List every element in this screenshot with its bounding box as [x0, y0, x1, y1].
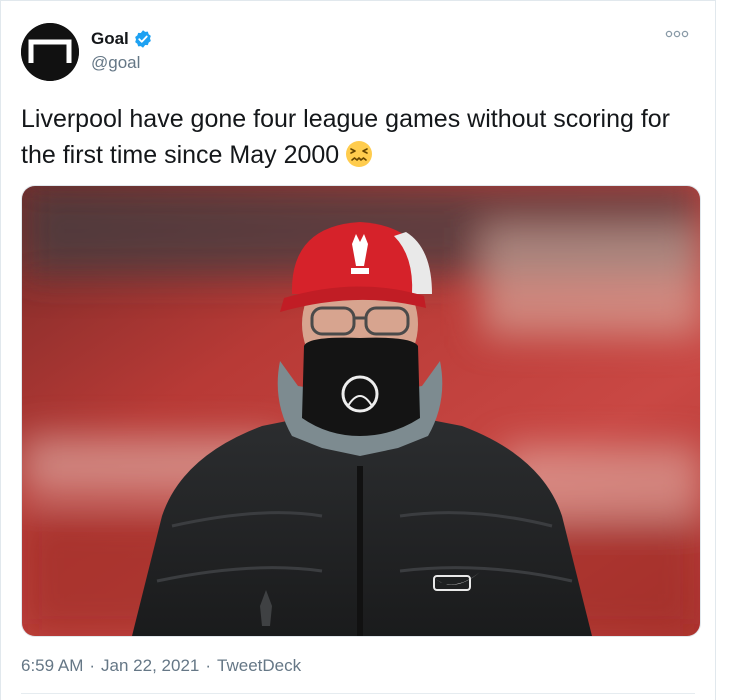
- display-name[interactable]: Goal: [91, 29, 129, 49]
- verified-badge-icon: [134, 30, 151, 48]
- avatar[interactable]: [21, 23, 79, 81]
- photo-manager-in-cap-and-mask: [22, 186, 700, 636]
- tweet-meta: 6:59 AM · Jan 22, 2021 · TweetDeck: [21, 656, 301, 676]
- meta-separator: ·: [89, 656, 96, 675]
- tweet-card: Goal @goal Liverpool have gone four leag…: [0, 0, 716, 700]
- divider: [21, 693, 695, 694]
- goal-logo-icon: [21, 23, 79, 81]
- more-options-icon[interactable]: [665, 27, 689, 41]
- tweet-date[interactable]: Jan 22, 2021: [101, 656, 199, 676]
- handle[interactable]: @goal: [91, 53, 153, 73]
- tweet-time[interactable]: 6:59 AM: [21, 656, 83, 676]
- confounded-face-emoji: [346, 141, 373, 167]
- display-name-row: Goal: [91, 27, 153, 51]
- tweet-header: Goal @goal: [21, 23, 697, 83]
- tweet-photo[interactable]: [21, 185, 701, 637]
- tweet-source[interactable]: TweetDeck: [217, 656, 301, 676]
- author-block: Goal @goal: [91, 27, 153, 73]
- meta-separator: ·: [205, 656, 212, 675]
- tweet-text: Liverpool have gone four league games wi…: [21, 101, 701, 173]
